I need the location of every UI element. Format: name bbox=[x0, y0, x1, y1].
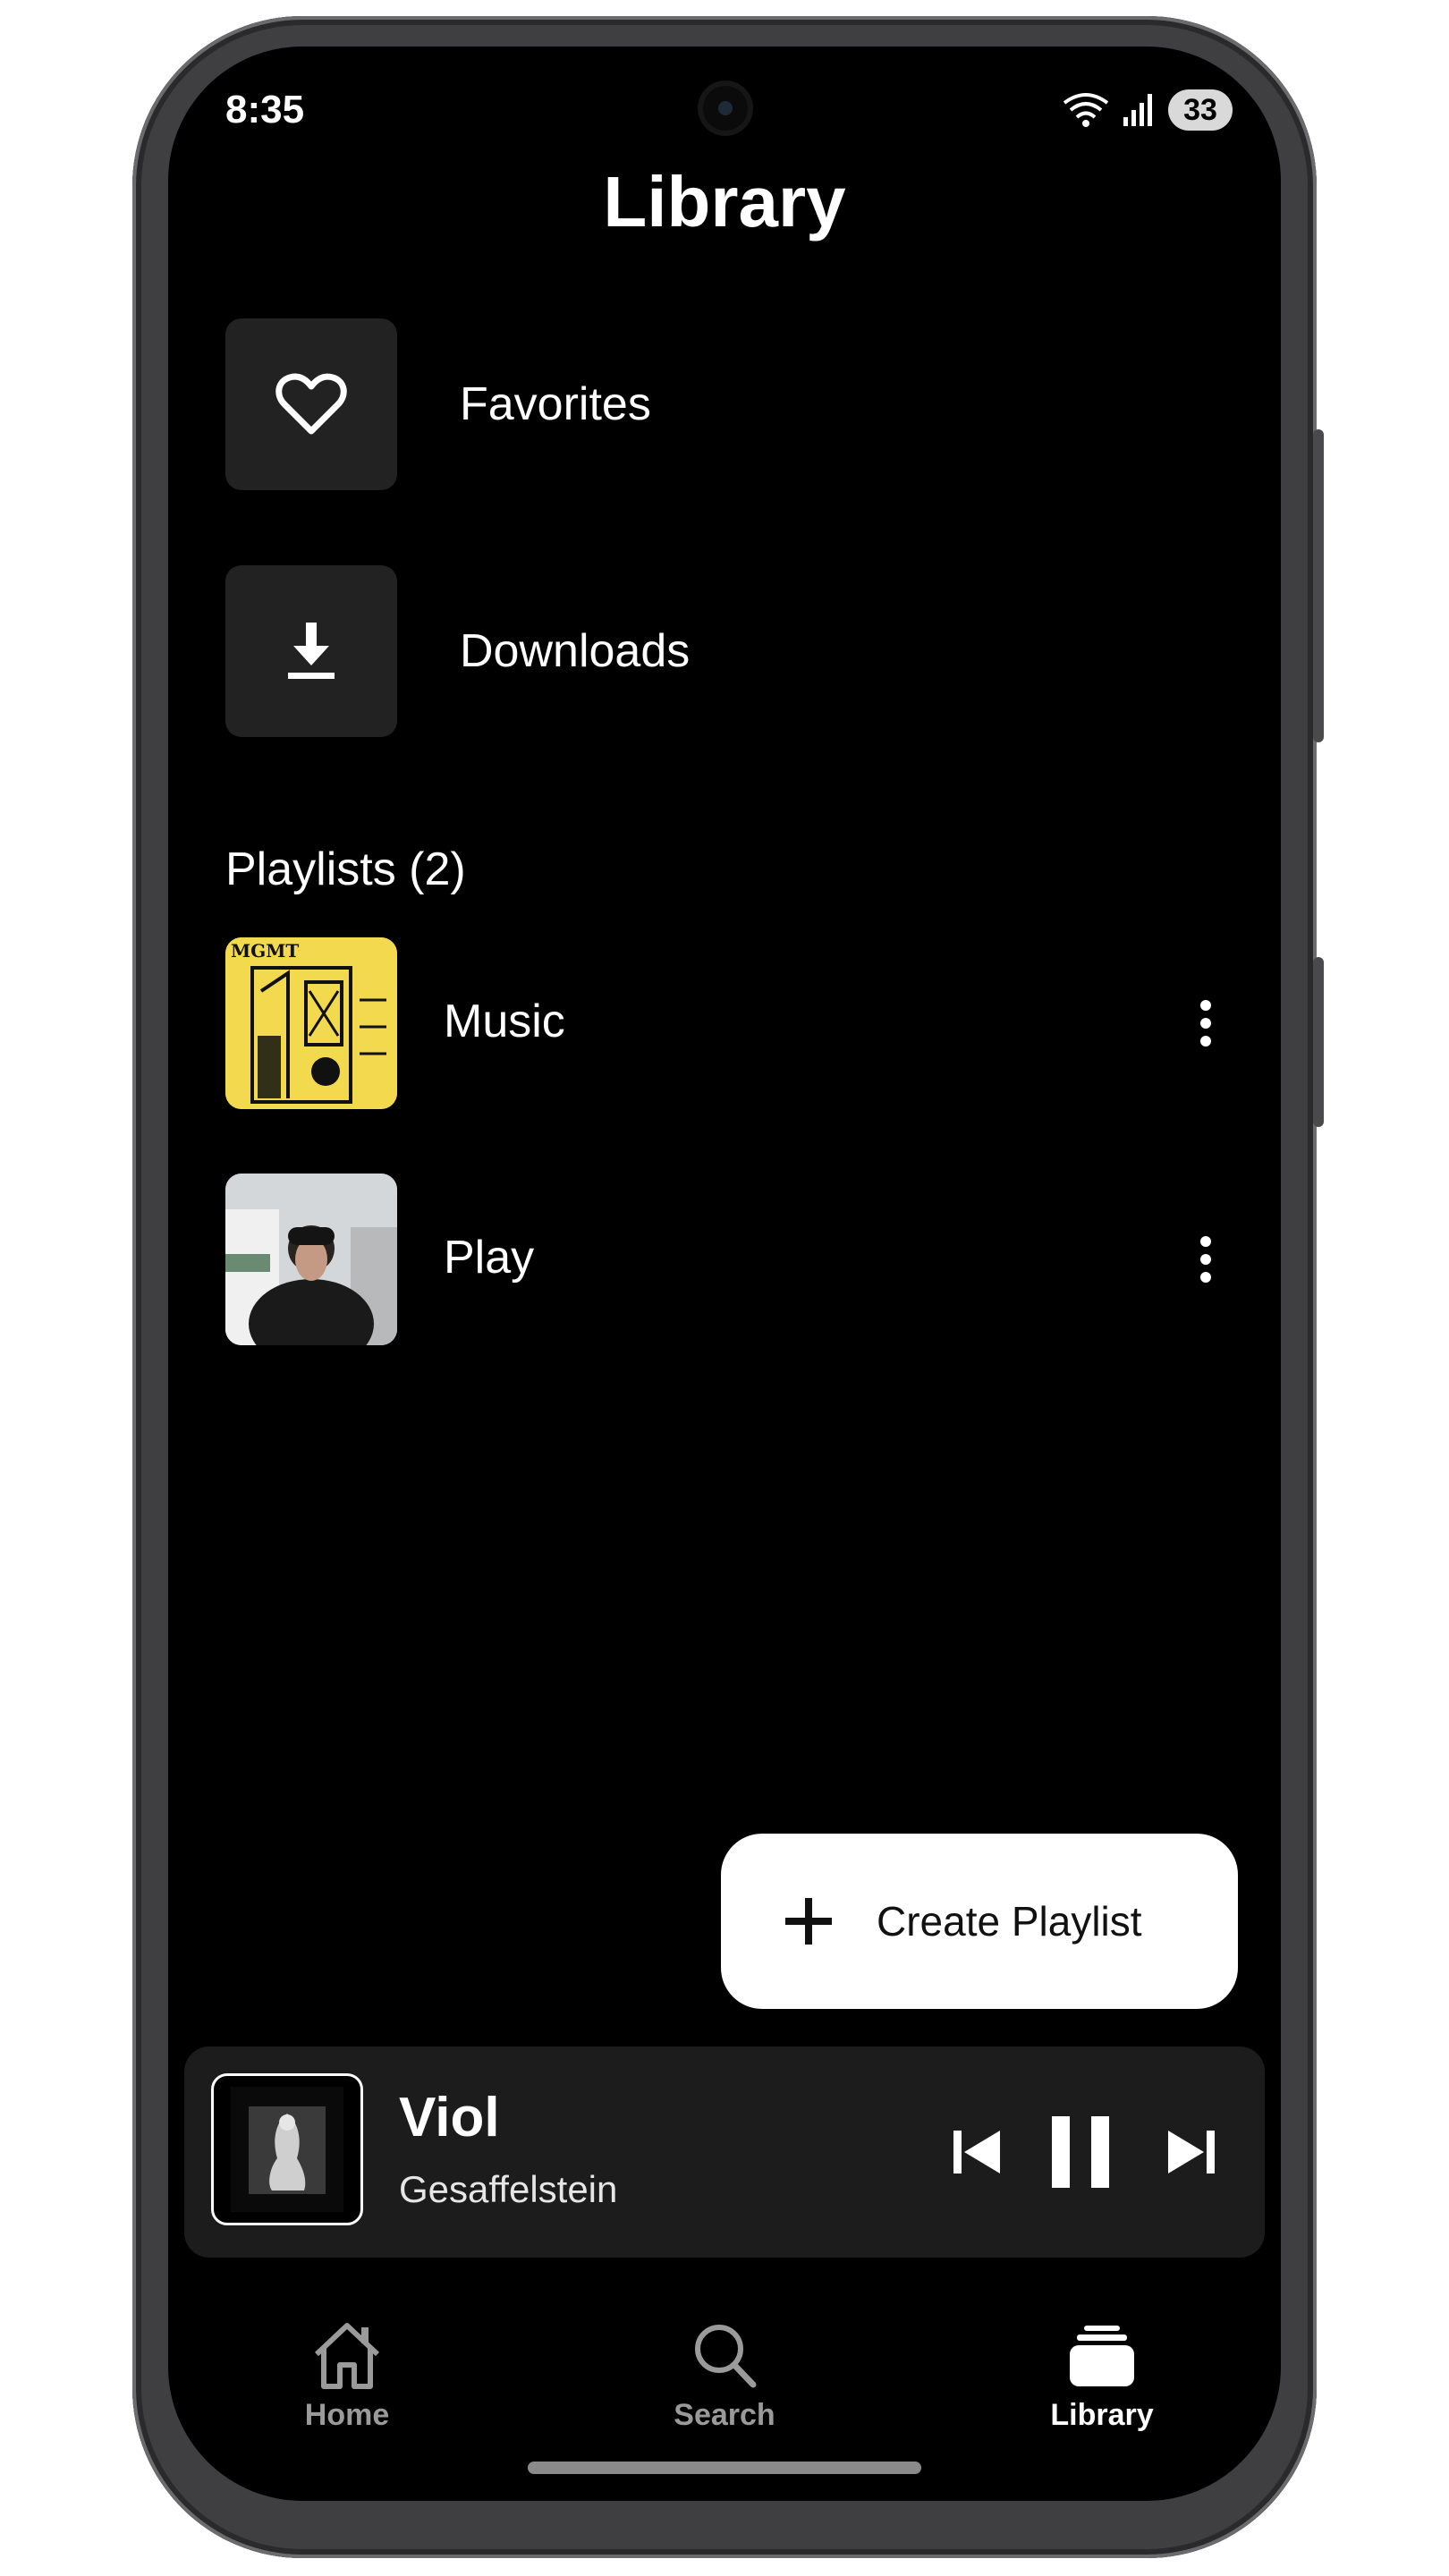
nav-library-label: Library bbox=[1050, 2398, 1154, 2432]
signal-icon bbox=[1123, 94, 1152, 126]
playlist-name: Play bbox=[444, 1232, 535, 1284]
gesture-home-bar[interactable] bbox=[528, 2462, 921, 2474]
playlists-section-title: Playlists (2) bbox=[225, 843, 466, 895]
heart-icon bbox=[275, 373, 347, 435]
playlist-cover bbox=[225, 1174, 397, 1345]
now-playing-title: Viol bbox=[399, 2087, 500, 2148]
next-track-icon[interactable] bbox=[1165, 2125, 1218, 2179]
status-time: 8:35 bbox=[225, 88, 305, 131]
favorites-row[interactable]: Favorites bbox=[225, 318, 1227, 490]
now-playing-artist: Gesaffelstein bbox=[399, 2168, 618, 2210]
download-icon bbox=[288, 623, 335, 679]
now-playing-art bbox=[211, 2073, 363, 2225]
playlist-cover: MGMT bbox=[225, 937, 397, 1109]
search-icon bbox=[695, 2325, 757, 2388]
create-playlist-button[interactable]: Create Playlist bbox=[721, 1834, 1238, 2009]
album-art: MGMT bbox=[225, 937, 397, 1109]
previous-track-icon[interactable] bbox=[950, 2125, 1004, 2179]
wifi-icon bbox=[1063, 93, 1109, 127]
side-button-volume bbox=[1313, 429, 1324, 742]
playlist-item[interactable]: MGMT Music bbox=[225, 937, 1227, 1109]
create-playlist-label: Create Playlist bbox=[877, 1898, 1142, 1945]
screen: 8:35 33 Library Favorites Downloads Play… bbox=[168, 47, 1281, 2501]
page-title: Library bbox=[603, 162, 846, 242]
mini-player[interactable]: Viol Gesaffelstein bbox=[184, 2046, 1265, 2258]
status-icons: 33 bbox=[1063, 88, 1233, 132]
playlist-name: Music bbox=[444, 996, 565, 1047]
favorites-tile bbox=[225, 318, 397, 490]
nav-home[interactable]: Home bbox=[240, 2318, 454, 2433]
home-icon bbox=[314, 2323, 380, 2389]
plus-icon bbox=[785, 1898, 832, 1945]
library-icon bbox=[1070, 2326, 1134, 2386]
album-art bbox=[225, 1174, 397, 1345]
front-camera bbox=[698, 80, 753, 136]
downloads-tile bbox=[225, 565, 397, 737]
battery-indicator: 33 bbox=[1168, 89, 1233, 131]
album-art bbox=[231, 2087, 343, 2212]
pause-icon[interactable] bbox=[1048, 2114, 1113, 2190]
more-options-icon[interactable] bbox=[1179, 996, 1233, 1050]
svg-text:MGMT: MGMT bbox=[231, 940, 299, 962]
downloads-label: Downloads bbox=[460, 625, 691, 677]
nav-search-label: Search bbox=[674, 2398, 775, 2432]
nav-home-label: Home bbox=[304, 2398, 390, 2432]
nav-search[interactable]: Search bbox=[617, 2318, 832, 2433]
favorites-label: Favorites bbox=[460, 378, 651, 430]
more-options-icon[interactable] bbox=[1179, 1233, 1233, 1286]
downloads-row[interactable]: Downloads bbox=[225, 565, 1227, 737]
side-button-power bbox=[1313, 957, 1324, 1127]
playlist-item[interactable]: Play bbox=[225, 1174, 1227, 1345]
nav-library[interactable]: Library bbox=[995, 2318, 1209, 2433]
